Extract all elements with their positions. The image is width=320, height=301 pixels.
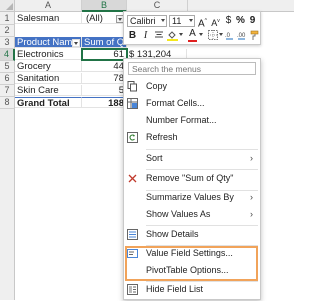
pivot-row-value[interactable]: 78 <box>82 73 127 84</box>
svg-text:.0: .0 <box>225 33 231 39</box>
grand-total-label[interactable]: Grand Total <box>15 97 82 108</box>
field-settings-icon <box>127 248 138 259</box>
borders-icon[interactable] <box>207 30 218 44</box>
chevron-right-icon: › <box>250 209 253 219</box>
copy-icon <box>127 81 138 92</box>
active-cell-outline <box>81 48 128 61</box>
menu-item-sort[interactable]: Sort › <box>124 150 260 167</box>
pivot-header-qty[interactable]: Sum of Qty <box>82 37 127 48</box>
font-size-value: 11 <box>172 16 182 26</box>
pivot-row-value[interactable]: 5 <box>82 85 127 96</box>
row-header-1[interactable]: 1 <box>0 12 15 25</box>
percent-icon[interactable]: % <box>235 15 246 27</box>
column-header-a[interactable]: A <box>15 0 82 12</box>
chevron-down-icon <box>161 19 165 22</box>
grand-total-value[interactable]: 188 <box>82 97 127 108</box>
currency-icon[interactable]: $ <box>223 15 234 27</box>
select-all-corner[interactable] <box>0 0 15 12</box>
menu-item-pivottable-options[interactable]: PivotTable Options... <box>124 262 260 279</box>
show-details-icon <box>127 229 138 240</box>
chevron-right-icon: › <box>250 192 253 202</box>
row-labels-dropdown-icon[interactable] <box>72 39 80 47</box>
chevron-down-icon[interactable] <box>199 33 203 36</box>
svg-text:.00: .00 <box>237 33 246 39</box>
field-list-icon <box>127 284 138 295</box>
filter-label: Salesman <box>15 13 82 24</box>
menu-search-input[interactable] <box>128 62 256 75</box>
italic-icon[interactable]: I <box>140 30 151 42</box>
pivot-row-label[interactable]: Electronics <box>15 49 82 60</box>
chevron-down-icon <box>189 19 193 22</box>
fill-color-icon[interactable] <box>167 30 178 45</box>
menu-item-hide-field-list[interactable]: Hide Field List <box>124 281 260 298</box>
font-color-bar <box>188 40 197 42</box>
row-header-3[interactable]: 3 <box>0 37 15 49</box>
increase-decimal-icon[interactable]: .0 <box>225 30 236 44</box>
chevron-down-icon[interactable] <box>219 33 223 36</box>
pivot-row-label[interactable]: Sanitation <box>15 73 82 84</box>
menu-item-copy[interactable]: Copy <box>124 78 260 95</box>
format-cells-icon <box>127 98 138 109</box>
decrease-decimal-icon[interactable]: .00 <box>237 30 248 44</box>
format-painter-icon[interactable] <box>249 30 260 45</box>
mini-toolbar: Calibri 11 A^ Av $ % 9 B I A .0 .00 <box>123 11 261 45</box>
increase-font-icon[interactable]: A^ <box>197 15 208 30</box>
row-header-6[interactable]: 6 <box>0 73 15 85</box>
row-header-5[interactable]: 5 <box>0 61 15 73</box>
menu-item-format-cells[interactable]: Format Cells... <box>124 95 260 112</box>
row-header-7[interactable]: 7 <box>0 85 15 97</box>
menu-item-show-values-as[interactable]: Show Values As › <box>124 206 260 223</box>
menu-item-summarize-values-by[interactable]: Summarize Values By › <box>124 189 260 206</box>
row-header-8[interactable]: 8 <box>0 97 15 109</box>
decrease-font-icon[interactable]: Av <box>210 15 221 29</box>
menu-item-show-details[interactable]: Show Details <box>124 226 260 243</box>
menu-item-value-field-settings[interactable]: Value Field Settings... <box>124 245 260 262</box>
row-header-2[interactable]: 2 <box>0 25 15 37</box>
font-size-box[interactable]: 11 <box>169 15 195 27</box>
comma-style-icon[interactable]: 9 <box>247 15 258 27</box>
menu-item-number-format[interactable]: Number Format... <box>124 112 260 129</box>
font-name-value: Calibri <box>130 16 156 26</box>
chevron-down-icon[interactable] <box>179 33 183 36</box>
pivot-row-value[interactable]: 44 <box>82 61 127 72</box>
font-color-icon[interactable]: A <box>187 28 198 42</box>
column-header-b[interactable]: B <box>82 0 127 12</box>
row-header-blank <box>0 109 15 300</box>
close-icon <box>127 173 138 184</box>
align-center-icon[interactable] <box>153 30 164 44</box>
pivot-row-label[interactable]: Skin Care <box>15 85 82 96</box>
refresh-icon <box>127 132 138 143</box>
font-name-box[interactable]: Calibri <box>127 15 167 27</box>
menu-item-remove-field[interactable]: Remove "Sum of Qty" <box>124 170 260 187</box>
pivot-row-label[interactable]: Grocery <box>15 61 82 72</box>
context-menu: Copy Format Cells... Number Format... Re… <box>123 58 261 300</box>
menu-item-refresh[interactable]: Refresh <box>124 129 260 146</box>
chevron-right-icon: › <box>250 153 253 163</box>
bold-icon[interactable]: B <box>127 30 138 42</box>
row-header-4[interactable]: 4 <box>0 49 15 61</box>
